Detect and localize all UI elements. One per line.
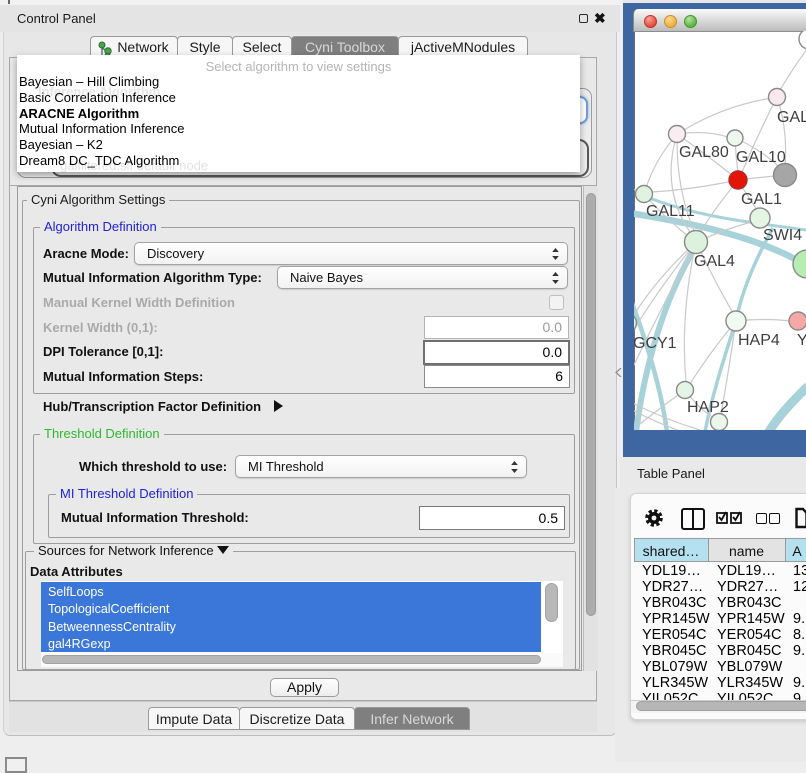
svg-text:SWI4: SWI4 [763, 227, 802, 244]
svg-text:Y: Y [797, 332, 806, 349]
svg-text:GCY1: GCY1 [634, 335, 677, 352]
svg-text:GAL1: GAL1 [741, 191, 782, 208]
svg-text:GAL2: GAL2 [777, 109, 806, 126]
svg-text:GAL80: GAL80 [679, 144, 729, 161]
svg-text:GAL11: GAL11 [646, 203, 695, 220]
svg-text:HAP4: HAP4 [738, 332, 780, 349]
svg-text:GAL10: GAL10 [736, 149, 786, 166]
svg-text:HAP2: HAP2 [687, 399, 729, 416]
svg-text:GAL4: GAL4 [694, 253, 735, 270]
